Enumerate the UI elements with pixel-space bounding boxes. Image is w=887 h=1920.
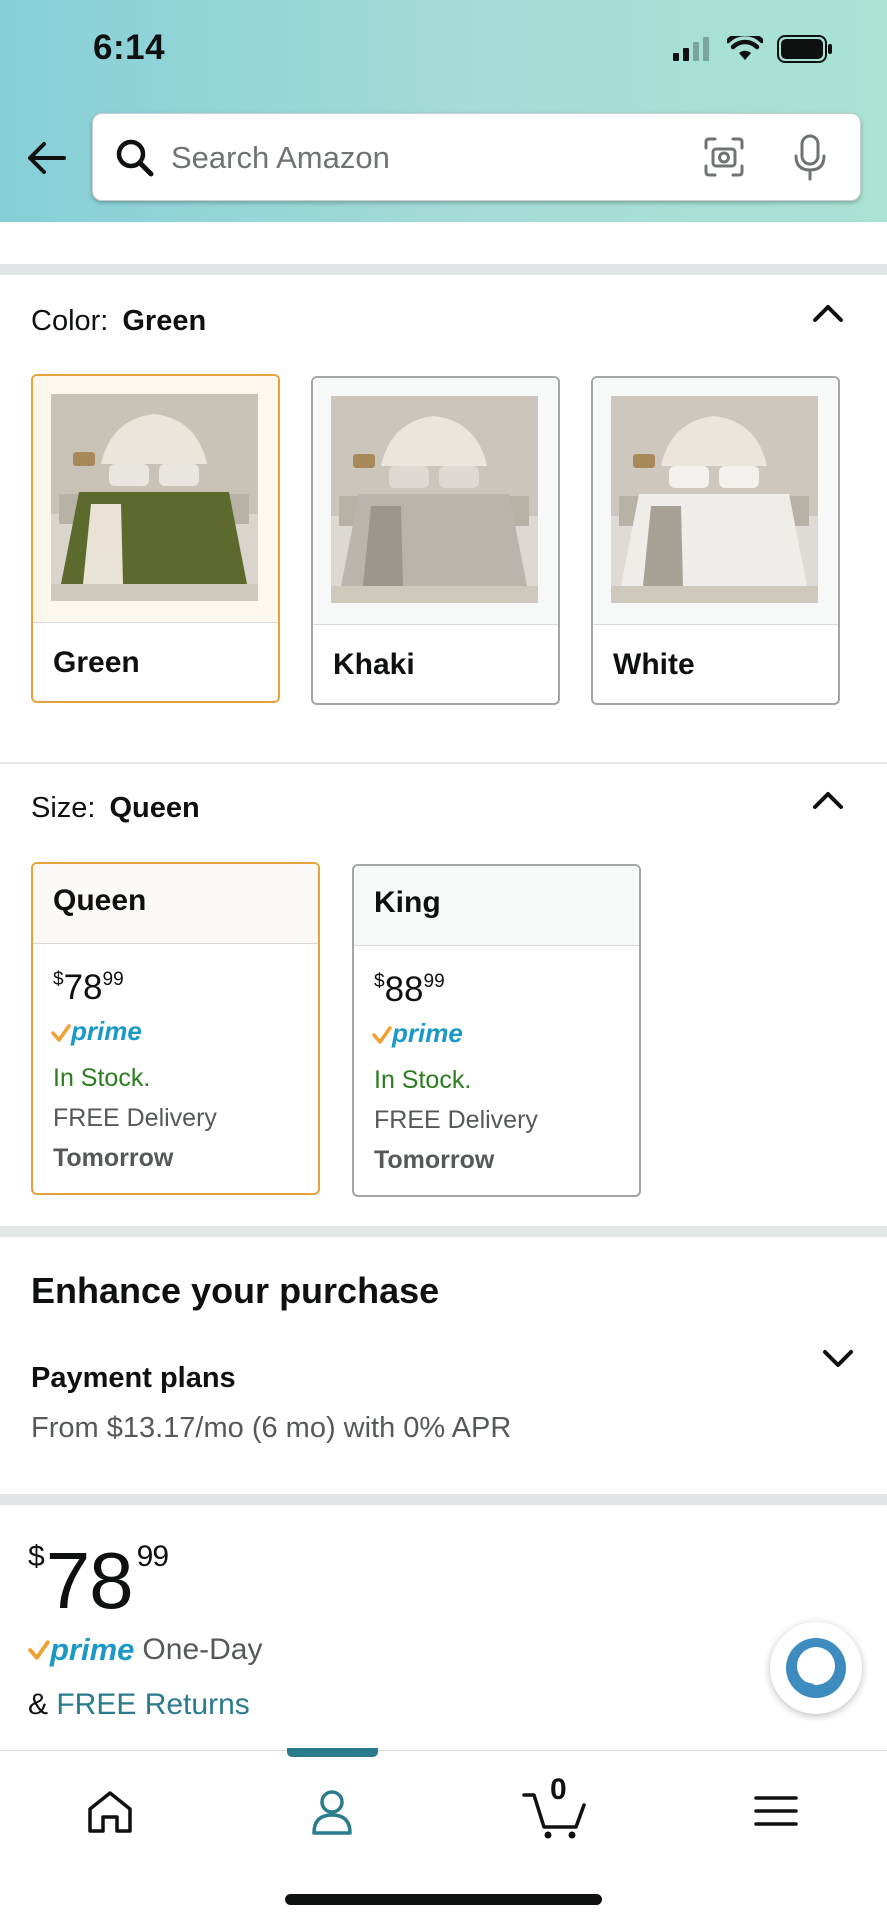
- size-option-queen[interactable]: Queen $7899 prime In Stock. FREE Deliver…: [31, 862, 320, 1195]
- delivery-day: Tomorrow: [374, 1146, 495, 1174]
- prime-one-day: prime One-Day: [28, 1632, 262, 1668]
- chevron-down-icon[interactable]: [821, 1346, 855, 1372]
- prime-logo: prime: [51, 1016, 142, 1047]
- prime-check-icon: [372, 1026, 392, 1044]
- cart-button[interactable]: 0: [520, 1773, 590, 1841]
- active-tab-indicator: [287, 1748, 378, 1757]
- payment-plans-subtitle: From $13.17/mo (6 mo) with 0% APR: [31, 1412, 512, 1444]
- buybox-price: $78 99: [28, 1536, 169, 1625]
- status-icons: [673, 34, 833, 64]
- back-arrow-icon[interactable]: [24, 136, 68, 180]
- section-divider: [0, 1494, 887, 1505]
- section-divider: [0, 1226, 887, 1237]
- menu-icon[interactable]: [746, 1781, 806, 1841]
- battery-icon: [777, 35, 832, 63]
- status-time: 6:14: [93, 28, 166, 67]
- delivery-text: FREE Delivery: [374, 1106, 538, 1134]
- cellular-signal-icon: [673, 37, 709, 61]
- selected-size-value: Queen: [109, 792, 200, 824]
- section-divider: [0, 762, 887, 764]
- search-bar[interactable]: Search Amazon: [92, 113, 861, 201]
- alexa-button[interactable]: [770, 1622, 862, 1714]
- prime-one-day-text: One-Day: [142, 1633, 263, 1666]
- stock-status: In Stock.: [374, 1066, 472, 1094]
- product-image-green: [51, 394, 258, 601]
- cart-count: 0: [550, 1773, 567, 1806]
- stock-status: In Stock.: [53, 1064, 151, 1092]
- search-icon: [116, 139, 154, 177]
- color-swatch-label: Green: [53, 646, 140, 679]
- color-swatch-white[interactable]: White: [591, 376, 840, 705]
- home-indicator: [285, 1894, 602, 1905]
- delivery-day: Tomorrow: [53, 1144, 174, 1172]
- prime-check-icon: [28, 1640, 50, 1660]
- bottom-nav: 0: [0, 1748, 887, 1920]
- header: 6:14 Search Amazon: [0, 0, 887, 222]
- microphone-icon[interactable]: [793, 134, 827, 182]
- size-label: Size: Queen: [31, 792, 200, 824]
- size-option-name: Queen: [33, 864, 318, 944]
- color-swatch-green[interactable]: Green: [31, 374, 280, 703]
- product-image-white: [611, 396, 818, 603]
- color-swatch-khaki[interactable]: Khaki: [311, 376, 560, 705]
- product-image-khaki: [331, 396, 538, 603]
- size-option-king[interactable]: King $8899 prime In Stock. FREE Delivery…: [352, 864, 641, 1197]
- color-swatch-label: White: [613, 648, 695, 681]
- prime-check-icon: [51, 1024, 71, 1042]
- home-icon[interactable]: [80, 1781, 140, 1841]
- prime-logo: prime: [50, 1632, 135, 1667]
- selected-color-value: Green: [122, 305, 207, 337]
- size-option-price: $7899: [53, 968, 124, 1007]
- chevron-up-icon[interactable]: [811, 787, 845, 813]
- wifi-icon: [727, 36, 763, 60]
- alexa-icon: [786, 1638, 846, 1698]
- size-option-price: $8899: [374, 970, 445, 1009]
- search-input[interactable]: Search Amazon: [171, 140, 390, 176]
- size-option-name: King: [354, 866, 639, 946]
- free-returns-link[interactable]: FREE Returns: [56, 1688, 249, 1721]
- free-returns: & FREE Returns: [28, 1688, 250, 1721]
- account-icon[interactable]: [302, 1781, 362, 1841]
- delivery-text: FREE Delivery: [53, 1104, 217, 1132]
- enhance-title: Enhance your purchase: [31, 1270, 440, 1311]
- color-swatch-label: Khaki: [333, 648, 415, 681]
- camera-search-icon[interactable]: [703, 136, 745, 178]
- prime-logo: prime: [372, 1018, 463, 1049]
- chevron-up-icon[interactable]: [811, 300, 845, 326]
- color-label: Color: Green: [31, 305, 207, 337]
- payment-plans-title[interactable]: Payment plans: [31, 1362, 236, 1395]
- section-divider: [0, 264, 887, 275]
